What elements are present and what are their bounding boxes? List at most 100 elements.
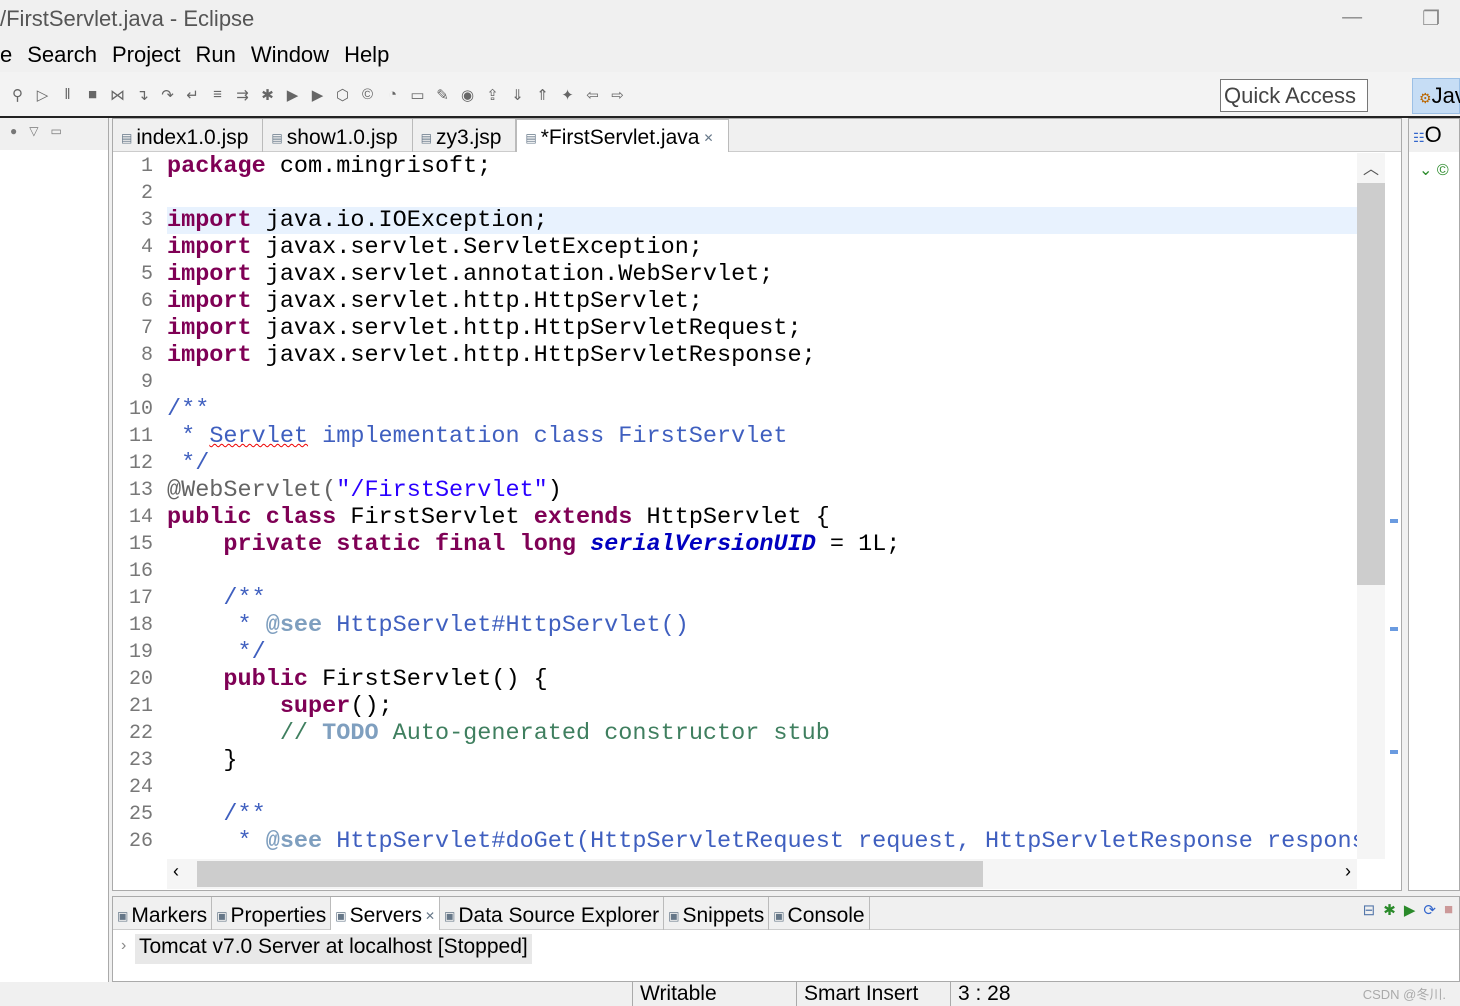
marker[interactable] xyxy=(1390,519,1398,523)
profile-server-icon[interactable]: ⟳ xyxy=(1423,901,1436,919)
code-token: * xyxy=(167,423,210,450)
scroll-left-icon[interactable]: ‹ xyxy=(173,861,179,882)
code-token: import xyxy=(167,342,252,369)
code-token: super xyxy=(279,693,351,720)
code-token: @WebServlet( xyxy=(167,477,337,504)
editor-tab[interactable]: ▤ zy3.jsp xyxy=(413,119,517,152)
horizontal-scrollbar[interactable]: ‹ › xyxy=(167,859,1357,889)
line-number: 7 xyxy=(140,317,153,340)
restore-button[interactable]: ❐ xyxy=(1422,6,1440,31)
code-line: /** xyxy=(167,801,1357,828)
forward-icon[interactable]: ⇨ xyxy=(608,86,627,104)
marker[interactable] xyxy=(1390,750,1398,754)
scroll-up-icon[interactable]: ︿ xyxy=(1363,155,1379,179)
menu-e[interactable]: e xyxy=(0,42,12,68)
bottom-tab-data-source-explorer[interactable]: ▣ Data Source Explorer xyxy=(440,897,665,930)
code-line: // TODO Auto-generated constructor stub xyxy=(167,720,1357,747)
step-over-icon[interactable]: ↷ xyxy=(158,86,177,104)
file-icon: ▤ xyxy=(271,130,283,145)
scroll-right-icon[interactable]: › xyxy=(1345,861,1351,882)
menu-help[interactable]: Help xyxy=(344,42,389,68)
scroll-thumb[interactable] xyxy=(197,861,983,887)
code-token: package xyxy=(167,153,266,180)
bottom-tab-markers[interactable]: ▣ Markers xyxy=(113,897,213,930)
close-icon[interactable]: ✕ xyxy=(703,131,713,145)
pin-icon[interactable]: ⚲ xyxy=(8,86,27,104)
debug-icon[interactable]: ✱ xyxy=(258,86,277,104)
file-icon: ▤ xyxy=(525,131,537,145)
scroll-thumb[interactable] xyxy=(1357,183,1385,585)
bottom-tab-console[interactable]: ▣ Console xyxy=(769,897,870,930)
bottom-tabs: ▣ Markers ▣ Properties ▣ Servers ✕ ▣ Data Source… xyxy=(113,897,1459,930)
code-token: javax.servlet.http.HttpServletRequest; xyxy=(251,315,802,342)
search-icon[interactable]: ✎ xyxy=(433,86,452,104)
resume-icon[interactable]: ▷ xyxy=(33,86,52,104)
menu-search[interactable]: Search xyxy=(27,42,97,68)
java-perspective-button[interactable]: ⚙Jav xyxy=(1412,78,1460,114)
run-icon[interactable]: ▶ xyxy=(283,86,302,104)
start-server-icon[interactable]: ▶ xyxy=(1404,901,1416,919)
code-token: private xyxy=(223,531,323,558)
server-item[interactable]: Tomcat v7.0 Server at localhost [Stopped… xyxy=(135,934,532,964)
drop-to-frame-icon[interactable]: ⇉ xyxy=(233,86,252,104)
window-controls: — ❐ xyxy=(1342,6,1440,31)
code-line: import javax.servlet.http.HttpServlet; xyxy=(167,288,1357,315)
line-number: 21 xyxy=(128,695,153,718)
line-number: 23 xyxy=(128,749,153,772)
step-return-icon[interactable]: ↵ xyxy=(183,86,202,104)
view-menu-icon[interactable]: ▽ xyxy=(29,124,50,138)
file-icon: ▤ xyxy=(121,130,133,145)
bottom-tab-snippets[interactable]: ▣ Snippets xyxy=(664,897,770,930)
last-edit-icon[interactable]: ✦ xyxy=(558,86,577,104)
tab-label: Servers xyxy=(349,903,422,927)
open-type-icon[interactable]: ◔ xyxy=(383,86,402,104)
code-token: (); xyxy=(350,693,393,720)
menu-project[interactable]: Project xyxy=(112,42,180,68)
back-icon[interactable]: ⇦ xyxy=(583,86,602,104)
terminate-icon[interactable]: ■ xyxy=(83,86,102,104)
vertical-scrollbar[interactable]: ︿ xyxy=(1357,153,1385,859)
external-tools-icon[interactable]: ▶ xyxy=(308,86,327,104)
editor-tab[interactable]: ▤ show1.0.jsp xyxy=(263,119,413,152)
code-area[interactable]: package com.mingrisoft; import java.io.IO… xyxy=(167,153,1357,859)
line-number: 13 xyxy=(128,479,153,502)
suspend-icon[interactable]: ‖ xyxy=(58,86,77,104)
marker[interactable] xyxy=(1390,627,1398,631)
new-server-icon[interactable]: ⬡ xyxy=(333,86,352,104)
stop-server-icon[interactable]: ■ xyxy=(1444,901,1453,919)
tab-label: zy3.jsp xyxy=(436,125,502,149)
minimize-icon[interactable]: ▭ xyxy=(50,124,73,138)
class-node[interactable]: ⌄ © xyxy=(1409,152,1459,188)
collapse-icon[interactable]: ⊟ xyxy=(1363,901,1376,919)
use-step-filters-icon[interactable]: ≡ xyxy=(208,86,227,104)
publish-icon[interactable]: ⇪ xyxy=(483,86,502,104)
outline-tab[interactable]: ☷O xyxy=(1409,119,1459,152)
editor-tabs: ▤ index1.0.jsp ▤ show1.0.jsp ▤ zy3.jsp ▤ *First… xyxy=(113,119,1401,152)
bottom-tab-properties[interactable]: ▣ Properties xyxy=(212,897,332,930)
step-into-icon[interactable]: ↴ xyxy=(133,86,152,104)
java-editor: ▤ index1.0.jsp ▤ show1.0.jsp ▤ zy3.jsp ▤ *First… xyxy=(112,118,1402,891)
menu-window[interactable]: Window xyxy=(251,42,329,68)
editor-tab[interactable]: ▤ index1.0.jsp xyxy=(113,119,264,152)
quick-access-input[interactable]: Quick Access xyxy=(1220,79,1368,112)
code-token: HttpServlet { xyxy=(632,504,830,531)
editor-tab[interactable]: ▤ *FirstServlet.java ✕ xyxy=(516,119,729,152)
expand-icon[interactable]: › xyxy=(121,937,126,955)
next-annotation-icon[interactable]: ⇓ xyxy=(508,86,527,104)
web-browser-icon[interactable]: ◉ xyxy=(458,86,477,104)
open-task-icon[interactable]: ▭ xyxy=(408,86,427,104)
console-icon: ▣ xyxy=(773,908,785,923)
code-token: FirstServlet xyxy=(336,504,534,531)
bottom-tab-servers[interactable]: ▣ Servers ✕ xyxy=(331,897,441,930)
tab-label: *FirstServlet.java xyxy=(540,126,700,149)
new-java-class-icon[interactable]: © xyxy=(358,86,377,104)
close-icon[interactable]: ✕ xyxy=(425,909,435,923)
menu-run[interactable]: Run xyxy=(195,42,235,68)
disconnect-icon[interactable]: ⋈ xyxy=(108,86,127,104)
minimize-button[interactable]: — xyxy=(1342,6,1362,31)
debug-server-icon[interactable]: ✱ xyxy=(1383,901,1396,919)
prev-annotation-icon[interactable]: ⇑ xyxy=(533,86,552,104)
code-token: Servlet xyxy=(209,423,309,450)
link-icon[interactable]: ● xyxy=(10,124,29,138)
